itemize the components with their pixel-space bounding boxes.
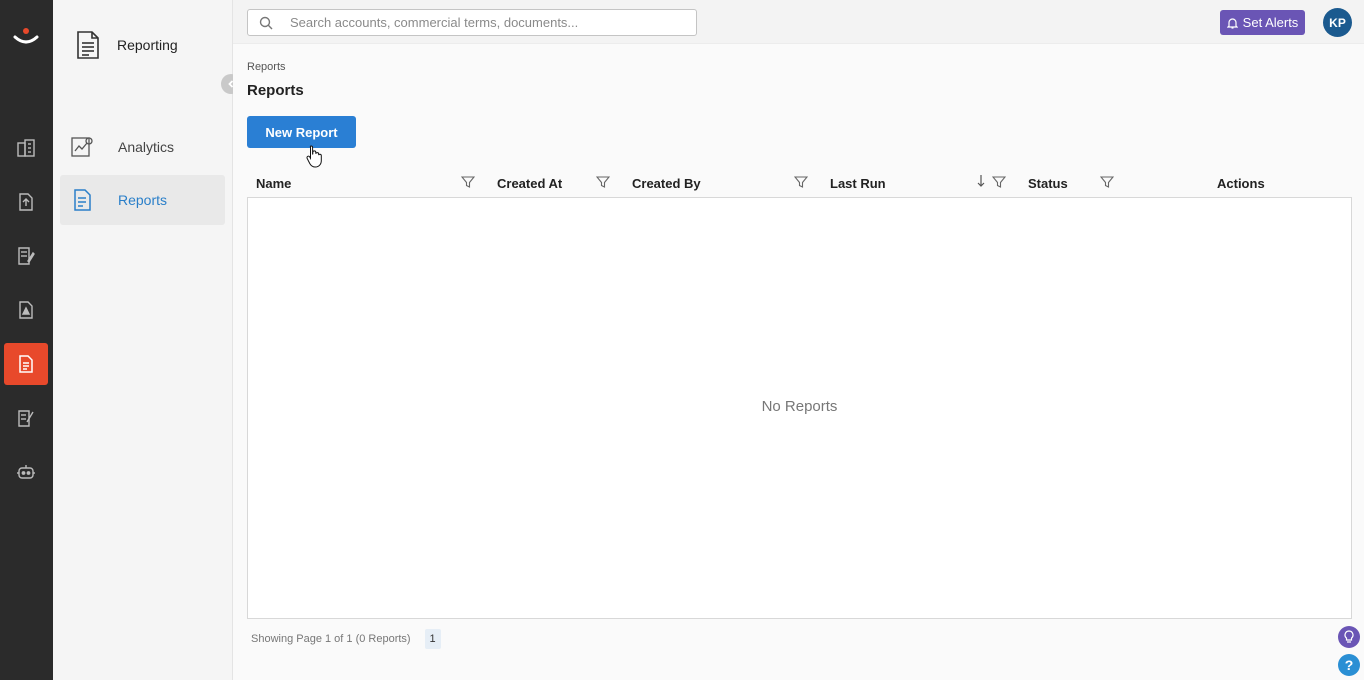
section-title: Reporting [117, 37, 178, 53]
bell-icon [1226, 17, 1238, 29]
breadcrumb[interactable]: Reports [247, 61, 286, 73]
reports-icon [74, 189, 91, 211]
search-box [247, 9, 697, 36]
column-header-actions: Actions [1217, 175, 1265, 191]
new-report-button[interactable]: New Report [247, 116, 356, 148]
avatar[interactable]: KP [1323, 8, 1352, 37]
rail-contracts-icon[interactable] [4, 235, 48, 277]
filter-icon[interactable] [1100, 175, 1114, 189]
rail-sign-document-icon[interactable] [4, 397, 48, 439]
column-header-last-run[interactable]: Last Run [830, 168, 886, 198]
app-logo-icon[interactable] [9, 20, 43, 50]
set-alerts-button[interactable]: Set Alerts [1220, 10, 1305, 35]
main-content: Reports Reports New Report Name Created … [233, 44, 1364, 680]
rail-accounts-icon[interactable] [4, 127, 48, 169]
column-header-name[interactable]: Name [256, 168, 291, 198]
set-alerts-label: Set Alerts [1242, 15, 1299, 30]
filter-icon[interactable] [992, 175, 1006, 189]
reporting-document-icon [77, 31, 99, 59]
help-icon: ? [1344, 657, 1354, 673]
sidebar-item-reports[interactable]: Reports [60, 175, 225, 225]
rail-reporting-icon[interactable] [4, 343, 48, 385]
rail-upload-document-icon[interactable] [4, 181, 48, 223]
sidebar-item-label: Analytics [118, 139, 175, 155]
analytics-icon [71, 137, 93, 157]
section-sidebar: Reporting Analytics Reports [53, 0, 241, 680]
filter-icon[interactable] [794, 175, 808, 189]
help-button[interactable]: ? [1338, 654, 1360, 676]
page-number-button[interactable]: 1 [424, 629, 441, 649]
lightbulb-icon [1344, 630, 1354, 643]
filter-icon[interactable] [461, 175, 475, 189]
pagination-summary: Showing Page 1 of 1 (0 Reports) [251, 633, 411, 645]
hand-cursor-icon [306, 145, 322, 168]
sort-descending-icon[interactable] [976, 173, 986, 189]
pagination-footer: Showing Page 1 of 1 (0 Reports) 1 [251, 629, 441, 649]
sidebar-item-analytics[interactable]: Analytics [60, 122, 225, 172]
page-title: Reports [247, 82, 304, 99]
column-header-created-at[interactable]: Created At [497, 168, 562, 198]
search-input[interactable] [290, 15, 690, 30]
column-header-created-by[interactable]: Created By [632, 168, 701, 198]
table-body: No Reports [247, 197, 1352, 619]
filter-icon[interactable] [596, 175, 610, 189]
app-rail [0, 0, 53, 680]
search-icon [259, 16, 273, 29]
table-header: Name Created At Created By Last Run Stat… [247, 168, 1352, 198]
rail-alerts-document-icon[interactable] [4, 289, 48, 331]
rail-bot-icon[interactable] [4, 451, 48, 493]
top-bar: Set Alerts KP [233, 0, 1364, 44]
column-header-status[interactable]: Status [1028, 168, 1068, 198]
sidebar-item-label: Reports [118, 192, 168, 208]
section-header: Reporting [75, 30, 178, 60]
empty-state-text: No Reports [761, 398, 838, 415]
tips-button[interactable] [1338, 626, 1360, 648]
